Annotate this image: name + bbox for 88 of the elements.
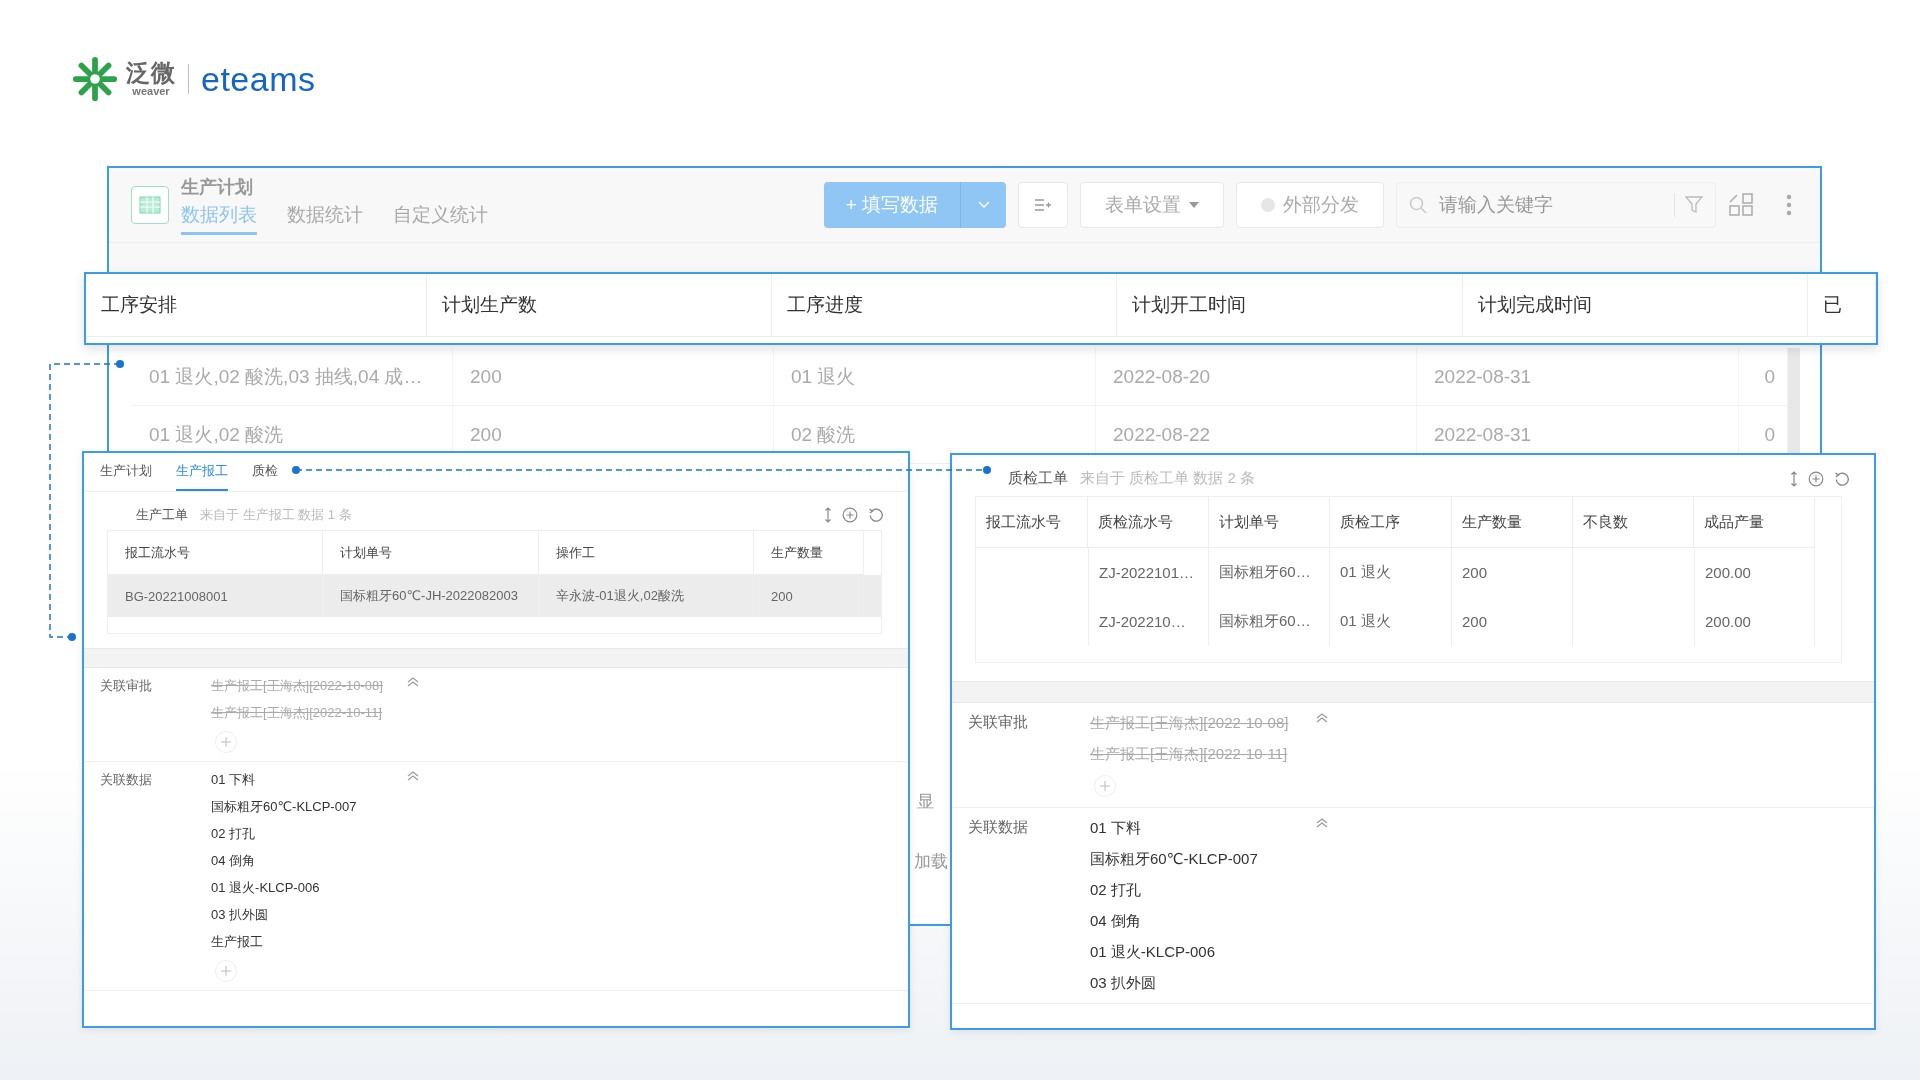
table-cell: 01 退火 [774, 348, 1096, 405]
table-cell: 200 [1452, 548, 1573, 597]
related-item[interactable]: 04 倒角 [1090, 911, 1141, 931]
related-item[interactable]: 02 打孔 [1090, 880, 1141, 900]
plus-icon [221, 966, 231, 976]
column-header: 报工流水号 [976, 497, 1088, 548]
double-chevron-icon[interactable] [1316, 818, 1328, 828]
covered-text: 显 [917, 792, 934, 812]
table-cell: ZJ-2022101… [1088, 548, 1209, 597]
column-header: 计划单号 [1209, 497, 1330, 548]
chevron-down-icon [977, 201, 990, 209]
double-chevron-icon[interactable] [407, 771, 419, 781]
covered-text: 加载 [914, 852, 948, 872]
table-cell: 01 退火 [1330, 597, 1452, 646]
app-title: 生产计划 [181, 176, 254, 199]
search-icon [1409, 196, 1427, 214]
section-title: 质检工单 [1008, 469, 1068, 488]
related-item[interactable]: 03 扒外圆 [1090, 973, 1156, 993]
column-header: 不良数 [1573, 497, 1694, 548]
column-header: 质检工序 [1330, 497, 1452, 548]
table-cell: ZJ-202210… [1088, 597, 1209, 646]
column-header: 已 [1808, 274, 1876, 337]
dot-icon [1261, 198, 1275, 212]
caret-down-icon [1189, 202, 1199, 208]
table-cell: 200 [1452, 597, 1573, 646]
section-source: 来自于 生产报工 数据 1 条 [200, 506, 352, 524]
column-header: 工序安排 [86, 274, 427, 337]
add-column-button[interactable] [1018, 182, 1068, 228]
column-header: 成品产量 [1694, 497, 1815, 548]
related-item[interactable]: 01 退火-KLCP-006 [211, 879, 320, 897]
star-logo-icon [72, 56, 118, 102]
add-circle-icon[interactable] [1808, 470, 1824, 487]
column-header: 计划完成时间 [1463, 274, 1808, 337]
field-label: 关联数据 [100, 771, 153, 789]
column-header: 质检流水号 [1088, 497, 1209, 548]
filter-icon[interactable] [1685, 196, 1703, 214]
brand-subtitle: weaver [132, 86, 170, 97]
table-cell: 200.00 [1694, 597, 1815, 646]
table-cell: BG-20221008001 [108, 575, 323, 617]
table-cell: 国标粗牙60… [1209, 548, 1330, 597]
product-name: eteams [201, 62, 316, 96]
plus-icon [1100, 781, 1110, 791]
table-cell: 国标粗牙60℃-JH-2022082003 [323, 575, 539, 617]
double-chevron-icon[interactable] [1316, 713, 1328, 723]
tab[interactable]: 生产报工 [176, 462, 228, 491]
more-icon[interactable] [1786, 194, 1792, 216]
refresh-icon[interactable] [1834, 470, 1850, 487]
table-cell: 国标粗牙60… [1209, 597, 1330, 646]
related-item[interactable]: 01 退火-KLCP-006 [1090, 942, 1216, 962]
layout-icon[interactable] [1728, 193, 1754, 217]
column-header: 生产数量 [1452, 497, 1573, 548]
table-cell: 01 退火 [1330, 548, 1452, 597]
table-icon [139, 196, 161, 214]
related-item[interactable]: 国标粗牙60℃-KLCP-007 [1090, 849, 1258, 869]
section-title: 生产工单 [136, 506, 188, 524]
related-item[interactable]: 04 倒角 [211, 852, 256, 870]
search-field[interactable]: 请输入关键字 [1437, 193, 1664, 217]
related-item[interactable]: 国标粗牙60℃-KLCP-007 [211, 798, 357, 816]
table-cell: 2022-08-31 [1417, 348, 1739, 405]
related-item[interactable]: 02 打孔 [211, 825, 256, 843]
table-cell: 01 退火,02 酸洗,03 抽线,04 成… [132, 348, 453, 405]
related-item[interactable]: 01 下料 [1090, 818, 1141, 838]
sort-icon[interactable] [824, 507, 832, 523]
sort-icon[interactable] [1790, 470, 1798, 487]
field-label: 关联审批 [100, 677, 153, 695]
table-cell: 辛永波-01退火,02酸洗 [539, 575, 754, 617]
brand-name: 泛微 [126, 61, 176, 85]
tab[interactable]: 质检 [252, 462, 278, 491]
table-cell: 200.00 [1694, 548, 1815, 597]
related-item[interactable]: 03 扒外圆 [211, 906, 269, 924]
column-header: 计划生产数 [427, 274, 772, 337]
related-item[interactable]: 01 下料 [211, 771, 256, 789]
column-header: 计划开工时间 [1117, 274, 1463, 337]
plus-icon [221, 737, 231, 747]
tab[interactable]: 生产计划 [100, 462, 152, 491]
section-source: 来自于 质检工单 数据 2 条 [1080, 469, 1255, 488]
field-label: 关联数据 [968, 818, 1029, 837]
add-circle-icon[interactable] [842, 507, 858, 523]
refresh-icon[interactable] [868, 507, 884, 523]
related-item[interactable]: 生产报工 [211, 933, 263, 951]
table-cell: 2022-08-20 [1096, 348, 1417, 405]
list-add-icon [1034, 198, 1052, 212]
double-chevron-icon[interactable] [407, 677, 419, 687]
table-cell: 200 [754, 575, 864, 617]
search-bar[interactable]: 请输入关键字 [1396, 182, 1716, 228]
table-cell: 200 [453, 348, 774, 405]
column-header: 工序进度 [772, 274, 1117, 337]
field-label: 关联审批 [968, 713, 1029, 732]
